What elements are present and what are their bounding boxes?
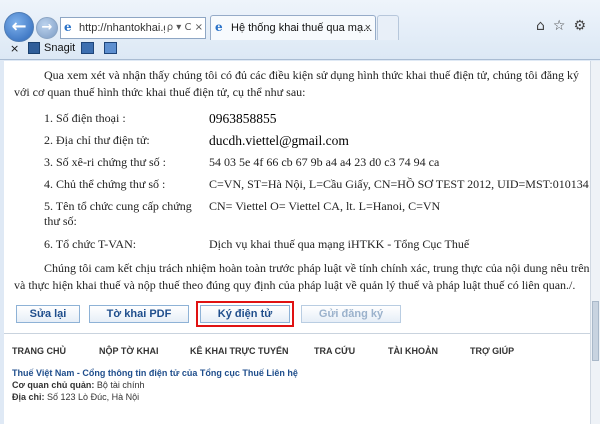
divider	[4, 333, 590, 334]
field-phone: 1. Số điện thoại : 0963858855	[44, 111, 584, 129]
field-tvan: 6. Tổ chức T-VAN: Dịch vụ khai thuế qua …	[44, 237, 584, 255]
footer-nav: TRANG CHỦ NỘP TỜ KHAI KÊ KHAI TRỰC TUYẾN…	[4, 346, 590, 360]
pdf-button[interactable]: Tờ khai PDF	[89, 305, 189, 323]
tab-active[interactable]: e Hệ thống khai thuế qua mạ... ×	[210, 15, 376, 40]
browser-chrome: ← → e http://nhantokhai.g ρ ▾ C × e Hệ t…	[0, 0, 600, 60]
field-email: 2. Địa chỉ thư điện tử: ducdh.viettel@gm…	[44, 133, 584, 151]
field-label: 4. Chủ thể chứng thư số :	[44, 177, 166, 191]
action-bar: Sửa lại Tờ khai PDF Ký điện tử Gửi đăng …	[4, 299, 590, 329]
page-viewport: Qua xem xét và nhận thấy chúng tôi có đủ…	[4, 61, 590, 424]
new-tab-button[interactable]	[377, 15, 399, 40]
command-bar-close-icon[interactable]: ×	[10, 38, 19, 59]
field-label: 5. Tên tổ chức cung cấp chứng thư số:	[44, 199, 192, 228]
closing-paragraph: Chúng tôi cam kết chịu trách nhiệm hoàn …	[14, 261, 590, 292]
footer-address: Địa chỉ: Số 123 Lò Đúc, Hà Nội	[12, 391, 298, 403]
footer-link-account[interactable]: TÀI KHOẢN	[388, 346, 438, 356]
ie-icon: e	[64, 20, 72, 34]
sign-button[interactable]: Ký điện tử	[200, 305, 290, 323]
command-bar: × Snagit	[0, 38, 600, 59]
footer-agency-label: Cơ quan chủ quản:	[12, 380, 95, 390]
field-value: 0963858855	[209, 111, 277, 126]
address-bar[interactable]: e http://nhantokhai.g ρ ▾ C ×	[60, 17, 206, 39]
intro-paragraph: Qua xem xét và nhận thấy chúng tôi có đủ…	[14, 68, 580, 99]
tab-close-icon[interactable]: ×	[365, 16, 371, 40]
field-value: 54 03 5e 4f 66 cb 67 9b a4 a4 23 d0 c3 7…	[209, 155, 440, 169]
footer-info: Thuế Việt Nam - Cổng thông tin điện tử c…	[12, 367, 298, 403]
address-tools-icons[interactable]: ρ ▾ C ×	[164, 18, 203, 38]
tab-title: Hệ thống khai thuế qua mạ...	[231, 22, 373, 34]
footer-address-label: Địa chỉ:	[12, 392, 45, 402]
field-issuer: 5. Tên tổ chức cung cấp chứng thư số: CN…	[44, 199, 584, 231]
footer-link-submit[interactable]: NỘP TỜ KHAI	[99, 346, 159, 356]
footer-agency-value: Bộ tài chính	[96, 380, 145, 390]
field-subject: 4. Chủ thể chứng thư số : C=VN, ST=Hà Nộ…	[44, 177, 590, 195]
field-label: 1. Số điện thoại :	[44, 111, 126, 125]
field-label: 2. Địa chỉ thư điện tử:	[44, 133, 150, 147]
field-serial: 3. Số xê-ri chứng thư số : 54 03 5e 4f 6…	[44, 155, 584, 173]
footer-address-value: Số 123 Lò Đúc, Hà Nội	[47, 392, 140, 402]
footer-link-help[interactable]: TRỢ GIÚP	[470, 346, 514, 356]
address-url[interactable]: http://nhantokhai.g	[79, 22, 170, 34]
field-value: Dịch vụ khai thuế qua mạng iHTKK - Tổng …	[209, 237, 470, 251]
field-label: 6. Tổ chức T-VAN:	[44, 237, 137, 251]
field-label: 3. Số xê-ri chứng thư số :	[44, 155, 166, 169]
vertical-scrollbar[interactable]	[590, 61, 600, 424]
home-star-gear-icons[interactable]: ⌂☆⚙	[536, 18, 594, 34]
footer-title[interactable]: Thuế Việt Nam - Cổng thông tin điện tử c…	[12, 367, 298, 379]
field-value: C=VN, ST=Hà Nội, L=Cầu Giấy, CN=HỒ SƠ TE…	[209, 177, 590, 191]
snagit-label[interactable]: Snagit	[44, 38, 75, 59]
snagit-window-icon[interactable]	[104, 42, 117, 54]
snagit-icon[interactable]	[28, 42, 40, 54]
field-value: CN= Viettel O= Viettel CA, lt. L=Hanoi, …	[209, 199, 441, 213]
footer-link-home[interactable]: TRANG CHỦ	[12, 346, 66, 356]
footer-link-lookup[interactable]: TRA CỨU	[314, 346, 355, 356]
field-value: ducdh.viettel@gmail.com	[209, 133, 349, 148]
edit-button[interactable]: Sửa lại	[16, 305, 80, 323]
footer-agency: Cơ quan chủ quản: Bộ tài chính	[12, 379, 298, 391]
forward-arrow-icon[interactable]: →	[36, 17, 58, 39]
tab-ie-icon: e	[215, 20, 223, 34]
footer-link-online[interactable]: KÊ KHAI TRỰC TUYẾN	[190, 346, 288, 356]
scrollbar-thumb[interactable]	[592, 301, 599, 361]
submit-button: Gửi đăng ký	[301, 305, 401, 323]
snagit-capture-icon[interactable]	[81, 42, 94, 54]
